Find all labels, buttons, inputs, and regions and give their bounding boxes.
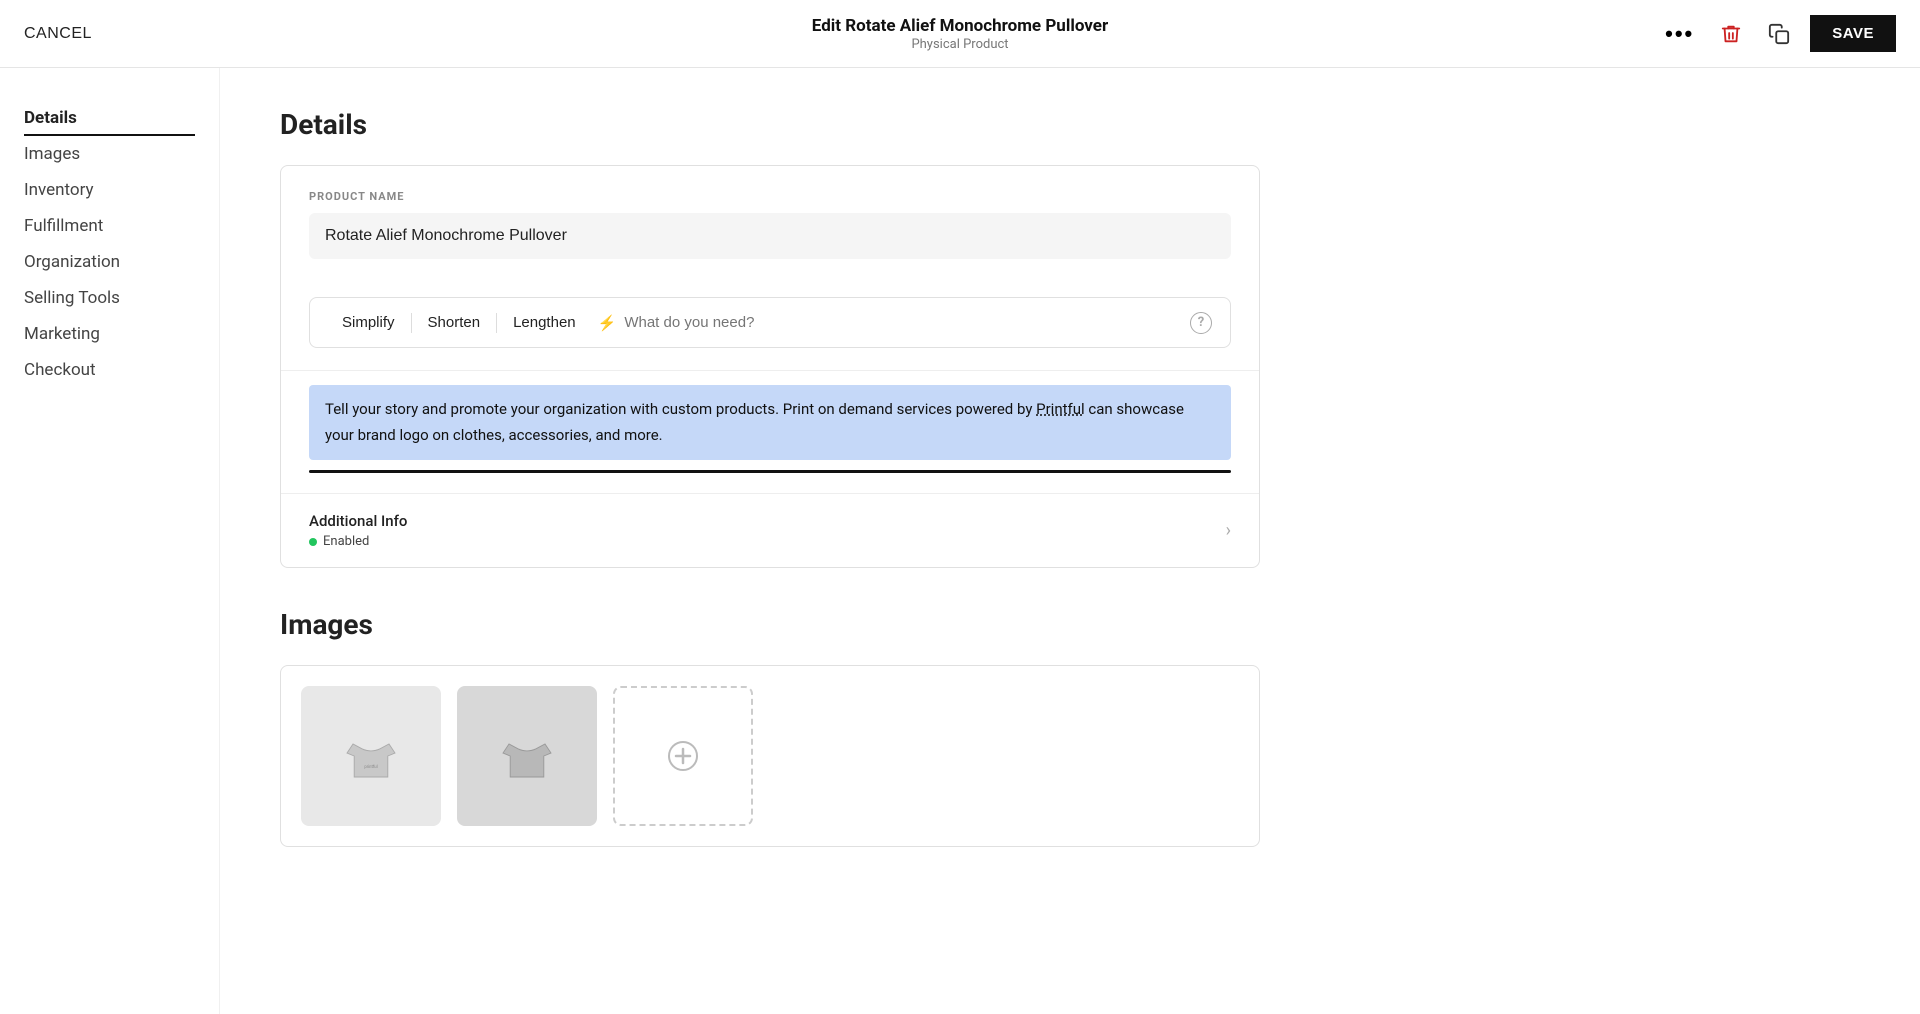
main-content: Details PRODUCT NAME Simplify Shorten Le…	[220, 68, 1320, 1014]
layout: Details Images Inventory Fulfillment Org…	[0, 0, 1920, 1014]
sidebar-item-inventory[interactable]: Inventory	[24, 172, 195, 208]
page-title: Edit Rotate Alief Monochrome Pullover	[812, 15, 1108, 37]
topbar-right: ••• SAVE	[1659, 15, 1896, 53]
ai-divider-2	[496, 313, 497, 333]
ai-toolbar: Simplify Shorten Lengthen ⚡ ?	[309, 297, 1231, 348]
lightning-icon: ⚡	[598, 314, 617, 332]
trash-icon	[1720, 23, 1742, 45]
printful-link: Printful	[1036, 400, 1085, 418]
sidebar-item-images[interactable]: Images	[24, 136, 195, 172]
duplicate-icon	[1768, 23, 1790, 45]
shorten-button[interactable]: Shorten	[414, 308, 495, 337]
product-name-input[interactable]	[309, 213, 1231, 259]
additional-info-row[interactable]: Additional Info Enabled ›	[281, 493, 1259, 567]
product-name-section: PRODUCT NAME	[281, 166, 1259, 283]
sidebar-item-fulfillment[interactable]: Fulfillment	[24, 208, 195, 244]
sidebar-item-selling-tools[interactable]: Selling Tools	[24, 280, 195, 316]
images-card: printful	[280, 665, 1260, 847]
description-area[interactable]: Tell your story and promote your organiz…	[281, 370, 1259, 493]
chevron-right-icon: ›	[1226, 520, 1231, 541]
details-section-title: Details	[280, 108, 1260, 141]
status-text: Enabled	[323, 534, 369, 549]
ai-toolbar-wrap: Simplify Shorten Lengthen ⚡ ?	[281, 297, 1259, 370]
additional-info-left: Additional Info Enabled	[309, 512, 407, 549]
images-section-title: Images	[280, 608, 1260, 641]
page-subtitle: Physical Product	[812, 37, 1108, 52]
description-selected-text[interactable]: Tell your story and promote your organiz…	[309, 385, 1231, 460]
more-options-button[interactable]: •••	[1659, 15, 1700, 53]
sidebar-item-marketing[interactable]: Marketing	[24, 316, 195, 352]
status-dot	[309, 538, 317, 546]
shirt-image-2	[457, 686, 597, 826]
details-card: PRODUCT NAME Simplify Shorten Lengthen ⚡…	[280, 165, 1260, 568]
images-grid: printful	[281, 666, 1259, 846]
cancel-button[interactable]: CANCEL	[24, 25, 92, 43]
topbar-left: CANCEL	[24, 25, 92, 43]
delete-button[interactable]	[1714, 17, 1748, 51]
sidebar: Details Images Inventory Fulfillment Org…	[0, 68, 220, 1014]
lengthen-button[interactable]: Lengthen	[499, 308, 590, 337]
duplicate-button[interactable]	[1762, 17, 1796, 51]
sidebar-item-organization[interactable]: Organization	[24, 244, 195, 280]
ai-input-wrap: ⚡ ?	[598, 312, 1212, 334]
ai-help-button[interactable]: ?	[1190, 312, 1212, 334]
ai-divider-1	[411, 313, 412, 333]
svg-text:printful: printful	[364, 765, 377, 770]
simplify-button[interactable]: Simplify	[328, 308, 409, 337]
save-button[interactable]: SAVE	[1810, 15, 1896, 52]
topbar-center: Edit Rotate Alief Monochrome Pullover Ph…	[812, 15, 1108, 52]
image-thumb-2[interactable]	[457, 686, 597, 826]
ai-prompt-input[interactable]	[624, 314, 1182, 331]
shirt-image-1: printful	[301, 686, 441, 826]
product-name-label: PRODUCT NAME	[309, 190, 1231, 203]
image-thumb-1[interactable]: printful	[301, 686, 441, 826]
additional-info-status: Enabled	[309, 534, 407, 549]
topbar: CANCEL Edit Rotate Alief Monochrome Pull…	[0, 0, 1920, 68]
additional-info-title: Additional Info	[309, 512, 407, 530]
sidebar-item-checkout[interactable]: Checkout	[24, 352, 195, 388]
sidebar-item-details[interactable]: Details	[24, 100, 195, 136]
description-underline-bar	[309, 470, 1231, 473]
more-icon: •••	[1665, 21, 1694, 47]
add-image-button[interactable]	[613, 686, 753, 826]
